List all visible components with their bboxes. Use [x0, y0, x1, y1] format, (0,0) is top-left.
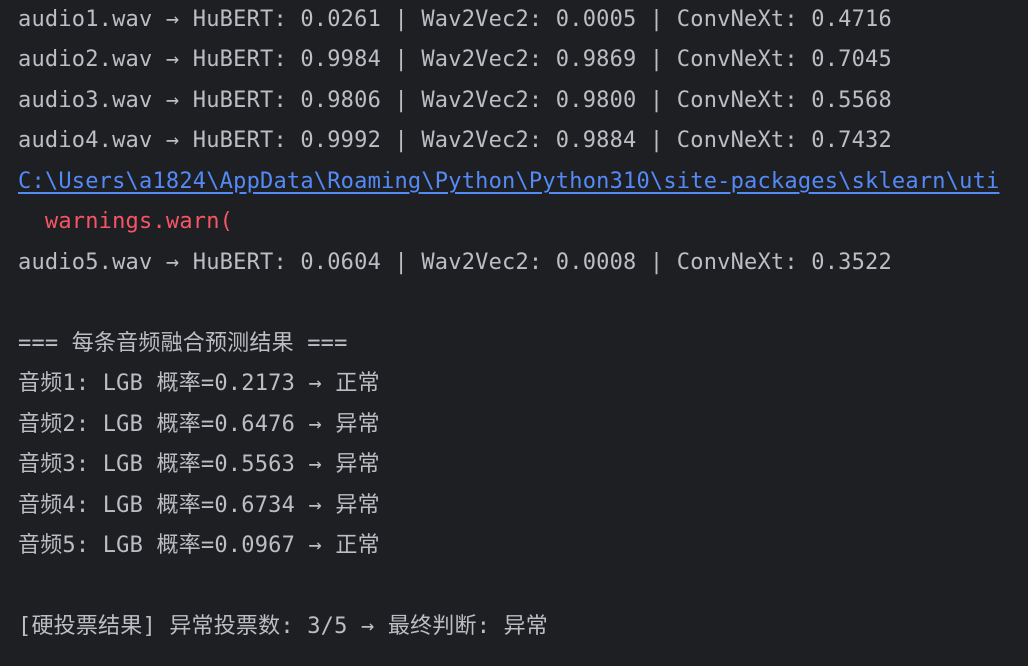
- output-line-audio2: audio2.wav → HuBERT: 0.9984 | Wav2Vec2: …: [18, 47, 892, 72]
- fusion-result-audio5: 音频5: LGB 概率=0.0967 → 正常: [18, 533, 380, 558]
- fusion-result-audio3: 音频3: LGB 概率=0.5563 → 异常: [18, 452, 380, 477]
- warning-file-path-link[interactable]: C:\Users\a1824\AppData\Roaming\Python\Py…: [18, 169, 1000, 194]
- fusion-result-audio1: 音频1: LGB 概率=0.2173 → 正常: [18, 371, 380, 396]
- warning-message: warnings.warn(: [18, 209, 234, 234]
- output-line-audio1: audio1.wav → HuBERT: 0.0261 | Wav2Vec2: …: [18, 7, 892, 32]
- fusion-result-audio2: 音频2: LGB 概率=0.6476 → 异常: [18, 412, 380, 437]
- hard-vote-summary: [硬投票结果] 异常投票数: 3/5 → 最终判断: 异常: [18, 614, 548, 639]
- fusion-result-audio4: 音频4: LGB 概率=0.6734 → 异常: [18, 493, 380, 518]
- run-console-output: audio1.wav → HuBERT: 0.0261 | Wav2Vec2: …: [0, 0, 1028, 666]
- warning-file-link[interactable]: C:\Users\a1824\AppData\Roaming\Python\Py…: [18, 162, 1000, 202]
- output-line-audio4: audio4.wav → HuBERT: 0.9992 | Wav2Vec2: …: [18, 128, 892, 153]
- fusion-results-heading: === 每条音频融合预测结果 ===: [18, 331, 348, 356]
- output-line-audio5: audio5.wav → HuBERT: 0.0604 | Wav2Vec2: …: [18, 250, 892, 275]
- output-line-audio3: audio3.wav → HuBERT: 0.9806 | Wav2Vec2: …: [18, 88, 892, 113]
